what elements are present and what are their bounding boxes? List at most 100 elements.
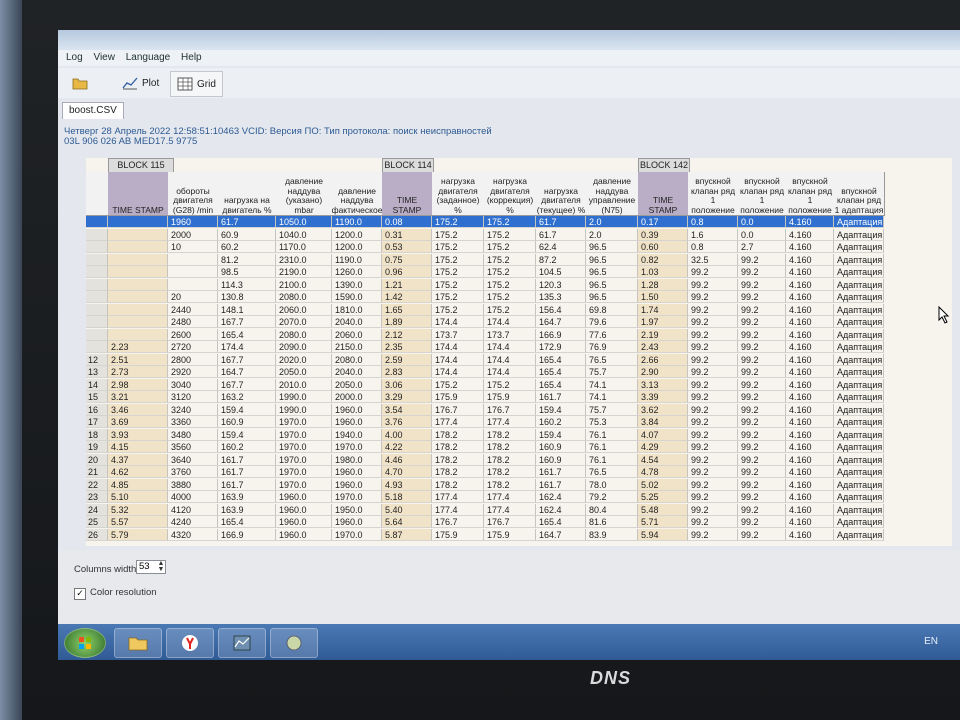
grid-cell[interactable]: 175.2: [484, 241, 536, 253]
grid-cell[interactable]: 161.7: [536, 391, 586, 403]
grid-cell[interactable]: 4.29: [638, 441, 688, 453]
grid-cell[interactable]: 4.46: [382, 453, 432, 466]
grid-cell[interactable]: Адаптация: [834, 366, 884, 378]
column-header[interactable]: впускной клапан ряд 1 положение: [738, 172, 787, 216]
grid-cell[interactable]: 5.94: [638, 528, 688, 541]
grid-cell[interactable]: Адаптация: [834, 466, 884, 478]
grid-cell[interactable]: 178.2: [484, 453, 536, 466]
grid-cell[interactable]: 99.2: [688, 478, 738, 491]
grid-cell[interactable]: 4.160: [786, 328, 834, 341]
grid-cell[interactable]: 99.2: [688, 291, 738, 303]
grid-cell[interactable]: [168, 266, 218, 278]
grid-cell[interactable]: 96.5: [586, 278, 638, 291]
grid-cell[interactable]: Адаптация: [834, 378, 884, 391]
grid-cell[interactable]: [168, 278, 218, 291]
grid-cell[interactable]: 99.2: [738, 516, 786, 528]
row-number[interactable]: 17: [86, 416, 108, 428]
table-row[interactable]: 81.2 2310.0 1190.0 0.75 175.2 175.2 87.2 96.5 0.…: [86, 253, 952, 267]
grid-cell[interactable]: 5.57: [108, 516, 168, 528]
grid-cell[interactable]: 1.97: [638, 316, 688, 328]
grid-cell[interactable]: 178.2: [484, 466, 536, 478]
grid-cell[interactable]: 4.85: [108, 478, 168, 491]
grid-cell[interactable]: 99.2: [738, 491, 786, 503]
grid-cell[interactable]: 60.2: [218, 241, 276, 253]
grid-cell[interactable]: 2.90: [638, 366, 688, 378]
grid-cell[interactable]: 1190.0: [332, 216, 382, 228]
grid-cell[interactable]: 156.4: [536, 303, 586, 316]
grid-cell[interactable]: 20: [168, 291, 218, 303]
start-button[interactable]: [64, 628, 106, 658]
grid-cell[interactable]: 2020.0: [276, 353, 332, 366]
grid-cell[interactable]: 4.160: [786, 366, 834, 378]
grid-cell[interactable]: 99.2: [688, 428, 738, 441]
table-row[interactable]: 2000 60.9 1040.0 1200.0 0.31 175.2 175.2 61.7 2.…: [86, 228, 952, 242]
grid-cell[interactable]: 61.7: [218, 216, 276, 228]
grid-cell[interactable]: 1590.0: [332, 291, 382, 303]
column-header[interactable]: давление наддува фактическое: [332, 172, 383, 216]
grid-cell[interactable]: 163.9: [218, 503, 276, 516]
grid-cell[interactable]: 3.13: [638, 378, 688, 391]
grid-cell[interactable]: 4.00: [382, 428, 432, 441]
grid-cell[interactable]: 99.2: [738, 278, 786, 291]
grid-cell[interactable]: Адаптация: [834, 341, 884, 353]
grid-cell[interactable]: 1970.0: [332, 441, 382, 453]
row-number[interactable]: 14: [86, 378, 108, 391]
grid-cell[interactable]: [108, 278, 168, 291]
row-number[interactable]: [86, 341, 108, 353]
column-header[interactable]: впускной клапан ряд 1 положение: [688, 172, 739, 216]
grid-cell[interactable]: 75.7: [586, 366, 638, 378]
grid-cell[interactable]: 60.9: [218, 228, 276, 241]
grid-cell[interactable]: 178.2: [432, 453, 484, 466]
grid-cell[interactable]: 1390.0: [332, 278, 382, 291]
grid-cell[interactable]: 4.160: [786, 228, 834, 241]
grid-cell[interactable]: 174.4: [432, 341, 484, 353]
grid-cell[interactable]: 114.3: [218, 278, 276, 291]
grid-cell[interactable]: 5.87: [382, 528, 432, 541]
grid-cell[interactable]: 2080.0: [332, 353, 382, 366]
grid-cell[interactable]: 2.51: [108, 353, 168, 366]
grid-cell[interactable]: 175.2: [432, 303, 484, 316]
grid-cell[interactable]: 2.0: [586, 216, 638, 228]
grid-cell[interactable]: 2050.0: [332, 378, 382, 391]
grid-cell[interactable]: 1950.0: [332, 503, 382, 516]
grid-cell[interactable]: 160.2: [218, 441, 276, 453]
grid-cell[interactable]: 4.160: [786, 516, 834, 528]
grid-cell[interactable]: 177.4: [484, 416, 536, 428]
grid-cell[interactable]: 2070.0: [276, 316, 332, 328]
grid-cell[interactable]: 87.2: [536, 253, 586, 266]
grid-cell[interactable]: 175.2: [432, 291, 484, 303]
grid-cell[interactable]: 2800: [168, 353, 218, 366]
grid-cell[interactable]: 99.2: [738, 416, 786, 428]
grid-cell[interactable]: 4.160: [786, 503, 834, 516]
grid-cell[interactable]: 62.4: [536, 241, 586, 253]
grid-cell[interactable]: 99.2: [688, 391, 738, 403]
grid-cell[interactable]: 160.9: [218, 416, 276, 428]
grid-cell[interactable]: 0.96: [382, 266, 432, 278]
grid-cell[interactable]: 148.1: [218, 303, 276, 316]
grid-cell[interactable]: 0.39: [638, 228, 688, 241]
grid-cell[interactable]: 1990.0: [276, 391, 332, 403]
table-row[interactable]: 16 3.46 3240 159.4 1990.0 1960.0 3.54 176.7 176.…: [86, 403, 952, 417]
grid-cell[interactable]: 4.160: [786, 391, 834, 403]
grid-cell[interactable]: 2720: [168, 341, 218, 353]
grid-cell[interactable]: 176.7: [484, 516, 536, 528]
grid-cell[interactable]: 178.2: [484, 428, 536, 441]
grid-cell[interactable]: 3.46: [108, 403, 168, 416]
grid-cell[interactable]: 5.18: [382, 491, 432, 503]
grid-cell[interactable]: 3480: [168, 428, 218, 441]
grid-cell[interactable]: 1990.0: [276, 403, 332, 416]
grid-cell[interactable]: 165.4: [218, 516, 276, 528]
grid-cell[interactable]: 2060.0: [276, 303, 332, 316]
grid-cell[interactable]: [108, 303, 168, 316]
grid-cell[interactable]: 76.5: [586, 353, 638, 366]
grid-cell[interactable]: 4.160: [786, 216, 834, 228]
grid-cell[interactable]: 1960.0: [332, 466, 382, 478]
grid-cell[interactable]: 4.15: [108, 441, 168, 453]
grid-cell[interactable]: 3640: [168, 453, 218, 466]
grid-cell[interactable]: Адаптация: [834, 316, 884, 328]
grid-cell[interactable]: 1.74: [638, 303, 688, 316]
table-row[interactable]: 2600 165.4 2080.0 2060.0 2.12 173.7 173.7 166.9…: [86, 328, 952, 342]
grid-cell[interactable]: 177.4: [484, 503, 536, 516]
grid-cell[interactable]: 164.7: [218, 366, 276, 378]
grid-cell[interactable]: 175.2: [484, 253, 536, 266]
